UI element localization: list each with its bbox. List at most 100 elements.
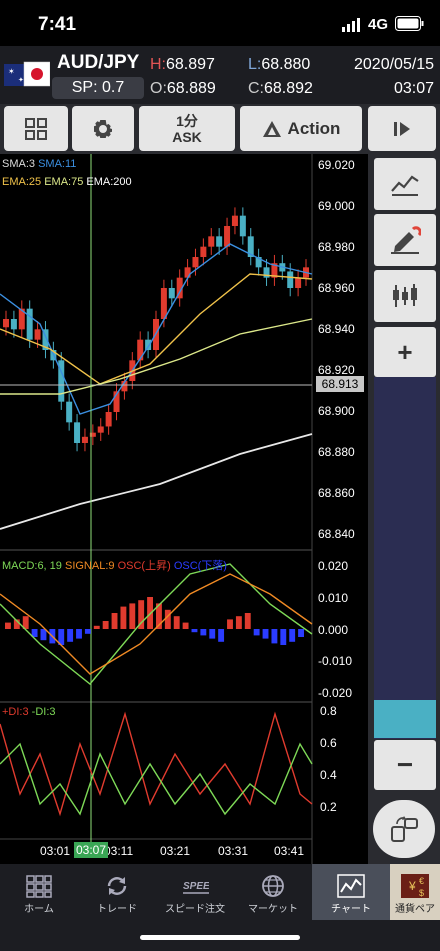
speed-icon: SPEED [183, 881, 209, 894]
svg-text:$: $ [419, 888, 424, 898]
macd-histogram-bar [289, 629, 296, 642]
price-tick-label: 68.900 [318, 404, 355, 418]
nav-trade-label: トレード [97, 904, 137, 915]
open-price: O:68.889 [150, 80, 216, 98]
zoom-out-button[interactable]: − [374, 740, 436, 790]
price-tick-label: 68.840 [318, 527, 355, 541]
trade-arrows-icon [107, 877, 127, 895]
price-tick-label: 68.960 [318, 281, 355, 295]
macd-histogram-bar [235, 616, 242, 629]
candle-body [184, 267, 191, 278]
price-tick-label: 68.920 [318, 363, 355, 377]
legend-osc-up: OSC(上昇) [117, 560, 171, 572]
zoom-track[interactable] [374, 377, 436, 739]
open-value: 68.889 [166, 80, 216, 97]
legend-sma11: SMA:11 [38, 158, 77, 170]
nav-home[interactable]: ホーム [0, 864, 78, 920]
macd-histogram-bar [40, 629, 47, 641]
legend-ema25: EMA:25 [2, 176, 42, 188]
candle-body [231, 215, 238, 226]
macd-tick-label: -0.010 [318, 654, 353, 668]
cursor-time-tag: 03:07 [74, 842, 108, 858]
close-price: C:68.892 [248, 80, 313, 98]
macd-histogram-bar [200, 629, 207, 636]
ma-legend-row2: EMA:25 EMA:75 EMA:200 [2, 176, 132, 188]
candlestick-icon [393, 284, 417, 307]
quote-date: 2020/05/15 [354, 56, 435, 73]
dmi-tick-label: 0.6 [320, 736, 337, 750]
chart-icon [337, 874, 365, 898]
macd-histogram-bar [5, 622, 11, 629]
nav-chart-label: チャート [331, 904, 371, 915]
currency-pair-icon: ¥ € $ [401, 874, 429, 898]
currency-pair[interactable]: AUD/JPY [57, 52, 139, 74]
macd-histogram-bar [253, 629, 260, 636]
zoom-in-button[interactable]: + [374, 327, 436, 377]
spread-badge: SP: 0.7 [52, 77, 144, 99]
macd-histogram-bar [191, 629, 198, 633]
candle-body [10, 319, 17, 330]
macd-histogram-bar [182, 622, 189, 629]
high-value: 68.897 [166, 56, 215, 73]
action-button[interactable]: Action [240, 106, 362, 151]
candle-body [224, 226, 231, 247]
legend-signal: SIGNAL:9 [64, 560, 115, 572]
candle-body [208, 236, 215, 247]
rotate-screen-button[interactable] [373, 800, 435, 858]
play-button[interactable] [368, 106, 436, 151]
low-label: L: [248, 56, 262, 73]
low-value: 68.880 [261, 56, 311, 73]
high-price: H:68.897 [150, 56, 215, 74]
chart-type-button[interactable] [374, 270, 436, 322]
action-triangle-icon [262, 120, 281, 137]
legend-plus-di: +DI:3 [2, 706, 29, 718]
nav-market-label: マーケット [248, 904, 298, 915]
nav-market[interactable]: マーケット [234, 864, 312, 920]
candle-body [287, 271, 294, 288]
macd-tick-label: -0.020 [318, 686, 353, 700]
dmi-minus-di-line [0, 742, 313, 816]
layout-grid-button[interactable] [4, 106, 68, 151]
macd-tick-label: 0.000 [318, 623, 349, 637]
time-tick-label: 03:41 [274, 844, 305, 858]
indicator-button[interactable] [374, 158, 436, 210]
settings-button[interactable] [72, 106, 134, 151]
draw-button[interactable] [374, 214, 436, 266]
dmi-legend: +DI:3 -DI:3 [2, 706, 56, 718]
candle-body [160, 288, 167, 319]
quote-time: 03:07 [394, 80, 435, 97]
candle-body [34, 329, 41, 340]
timeframe-button[interactable]: 1分 ASK [139, 106, 235, 151]
svg-text:✶: ✶ [8, 67, 15, 76]
price-tick-label: 68.980 [318, 240, 355, 254]
network-type: 4G [368, 16, 389, 33]
macd-histogram-bar [209, 629, 216, 639]
dmi-plus-di-line [0, 711, 313, 817]
legend-minus-di: -DI:3 [31, 706, 56, 718]
candle-body [105, 412, 112, 427]
status-bar: 7:41 4G [0, 0, 440, 46]
zoom-slider-thumb[interactable] [374, 700, 436, 738]
macd-histogram-bar [102, 621, 109, 629]
chart-canvas[interactable] [0, 154, 368, 864]
nav-currency-pair[interactable]: ¥ € $ 通貨ペア [390, 864, 440, 920]
grid-icon [25, 117, 47, 140]
play-icon [394, 121, 410, 136]
candle-body [74, 422, 81, 443]
nav-chart[interactable]: チャート [312, 864, 390, 920]
nav-trade[interactable]: トレード [78, 864, 156, 920]
candle-body [137, 339, 144, 361]
draw-pen-icon [391, 226, 421, 254]
time-tick-label: 03:11 [104, 844, 134, 858]
price-axis: 69.020 69.000 68.980 68.960 68.940 68.920 68.9… [316, 154, 368, 814]
macd-histogram-bar [262, 629, 269, 639]
timeframe-label: 1分 [176, 112, 198, 129]
nav-speed-order[interactable]: SPEED スピード注文 [156, 864, 234, 920]
macd-histogram-bar [227, 619, 233, 629]
close-label: C: [248, 80, 264, 97]
macd-histogram-bar [76, 629, 82, 639]
macd-histogram-bar [67, 629, 74, 642]
price-type-label: ASK [172, 128, 202, 145]
macd-tick-label: 0.010 [318, 591, 349, 605]
ma-line-ema200 [0, 433, 313, 530]
